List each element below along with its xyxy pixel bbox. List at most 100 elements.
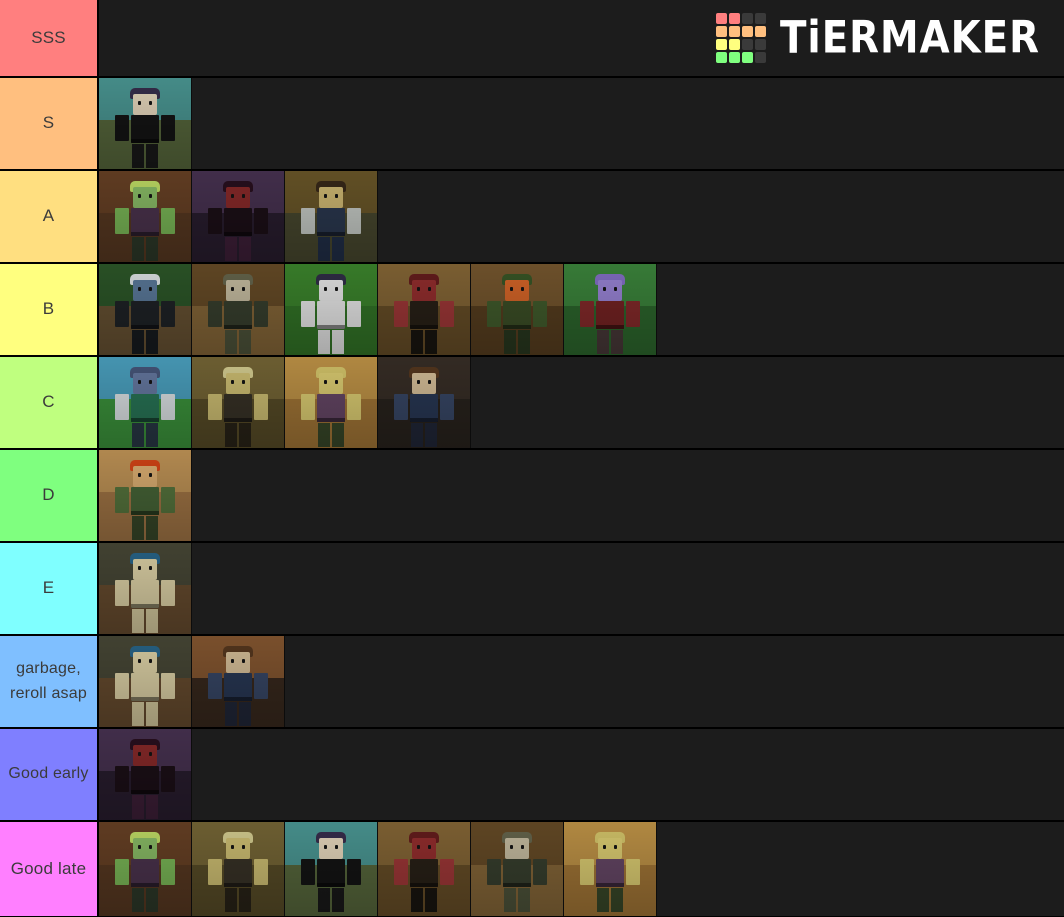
avatar-scene	[378, 264, 470, 355]
scene-vignette	[285, 357, 377, 448]
tier-item-thumbnail[interactable]	[192, 822, 285, 916]
tier-item-thumbnail[interactable]	[192, 357, 285, 448]
tier-label-garbage-reroll-asap[interactable]: garbage, reroll asap	[0, 636, 99, 727]
scene-vignette	[99, 729, 191, 820]
scene-vignette	[99, 78, 191, 169]
avatar-scene	[99, 264, 191, 355]
tier-item-thumbnail[interactable]	[564, 264, 657, 355]
logo-cell	[728, 26, 740, 37]
tier-item-thumbnail[interactable]	[99, 78, 192, 169]
tier-row-garbage-reroll-asap: garbage, reroll asap	[0, 636, 1064, 729]
tier-items-d[interactable]	[99, 450, 1064, 541]
tier-item-thumbnail[interactable]	[285, 822, 378, 916]
tier-row-a: A	[0, 171, 1064, 264]
scene-vignette	[378, 357, 470, 448]
tier-item-thumbnail[interactable]	[99, 822, 192, 916]
tier-row-e: E	[0, 543, 1064, 636]
avatar-scene	[471, 264, 563, 355]
avatar-scene	[99, 543, 191, 634]
avatar-scene	[378, 357, 470, 448]
avatar-scene	[192, 264, 284, 355]
tier-item-thumbnail[interactable]	[192, 636, 285, 727]
tier-row-good-late: Good late	[0, 822, 1064, 916]
logo-cell	[754, 39, 766, 50]
logo-cell	[715, 39, 727, 50]
tier-label-e[interactable]: E	[0, 543, 99, 634]
tier-row-c: C	[0, 357, 1064, 450]
logo-cell	[741, 52, 753, 63]
tiermaker-logo-grid	[715, 13, 766, 63]
tier-items-sss[interactable]: TiERMAKER	[99, 0, 1064, 76]
tier-item-thumbnail[interactable]	[285, 171, 378, 262]
scene-vignette	[99, 543, 191, 634]
tier-items-s[interactable]	[99, 78, 1064, 169]
tier-item-thumbnail[interactable]	[378, 822, 471, 916]
tier-row-sss: SSS TiERMAKER	[0, 0, 1064, 78]
logo-cell	[754, 52, 766, 63]
avatar-scene	[192, 357, 284, 448]
tier-item-thumbnail[interactable]	[378, 264, 471, 355]
tier-item-thumbnail[interactable]	[99, 264, 192, 355]
tier-items-e[interactable]	[99, 543, 1064, 634]
avatar-scene	[564, 822, 656, 916]
tier-item-thumbnail[interactable]	[99, 171, 192, 262]
tier-label-s[interactable]: S	[0, 78, 99, 169]
tier-items-garbage-reroll-asap[interactable]	[99, 636, 1064, 727]
logo-cell	[728, 39, 740, 50]
scene-vignette	[285, 822, 377, 916]
scene-vignette	[192, 822, 284, 916]
avatar-scene	[285, 357, 377, 448]
tier-items-b[interactable]	[99, 264, 1064, 355]
avatar-scene	[99, 357, 191, 448]
tier-label-sss[interactable]: SSS	[0, 0, 99, 76]
tier-item-thumbnail[interactable]	[564, 822, 657, 916]
tier-items-a[interactable]	[99, 171, 1064, 262]
tier-item-thumbnail[interactable]	[192, 264, 285, 355]
scene-vignette	[99, 822, 191, 916]
tier-label-good-early[interactable]: Good early	[0, 729, 99, 820]
tier-item-thumbnail[interactable]	[378, 357, 471, 448]
tier-list-board: SSS TiERMAKER S A B C D Egarbage, reroll asap Go…	[0, 0, 1064, 917]
tier-items-good-early[interactable]	[99, 729, 1064, 820]
scene-vignette	[99, 264, 191, 355]
scene-vignette	[99, 171, 191, 262]
tier-item-thumbnail[interactable]	[471, 264, 564, 355]
tier-row-s: S	[0, 78, 1064, 171]
avatar-scene	[378, 822, 470, 916]
logo-cell	[728, 52, 740, 63]
scene-vignette	[99, 450, 191, 541]
avatar-scene	[285, 822, 377, 916]
logo-cell	[715, 26, 727, 37]
scene-vignette	[99, 636, 191, 727]
tier-label-b[interactable]: B	[0, 264, 99, 355]
tier-item-thumbnail[interactable]	[99, 636, 192, 727]
tier-item-thumbnail[interactable]	[99, 729, 192, 820]
tier-item-thumbnail[interactable]	[471, 822, 564, 916]
tier-label-good-late[interactable]: Good late	[0, 822, 99, 916]
scene-vignette	[192, 264, 284, 355]
tier-items-c[interactable]	[99, 357, 1064, 448]
tier-label-c[interactable]: C	[0, 357, 99, 448]
avatar-scene	[99, 171, 191, 262]
tier-row-b: B	[0, 264, 1064, 357]
tier-item-thumbnail[interactable]	[99, 543, 192, 634]
tier-row-good-early: Good early	[0, 729, 1064, 822]
scene-vignette	[192, 171, 284, 262]
tier-label-a[interactable]: A	[0, 171, 99, 262]
tier-item-thumbnail[interactable]	[285, 357, 378, 448]
tier-item-thumbnail[interactable]	[99, 450, 192, 541]
scene-vignette	[378, 822, 470, 916]
avatar-scene	[192, 822, 284, 916]
tier-item-thumbnail[interactable]	[99, 357, 192, 448]
avatar-scene	[192, 171, 284, 262]
avatar-scene	[471, 822, 563, 916]
tier-label-d[interactable]: D	[0, 450, 99, 541]
tier-item-thumbnail[interactable]	[285, 264, 378, 355]
tier-item-thumbnail[interactable]	[192, 171, 285, 262]
scene-vignette	[471, 822, 563, 916]
scene-vignette	[192, 357, 284, 448]
scene-vignette	[285, 264, 377, 355]
avatar-scene	[99, 822, 191, 916]
tier-items-good-late[interactable]	[99, 822, 1064, 916]
tier-row-d: D	[0, 450, 1064, 543]
